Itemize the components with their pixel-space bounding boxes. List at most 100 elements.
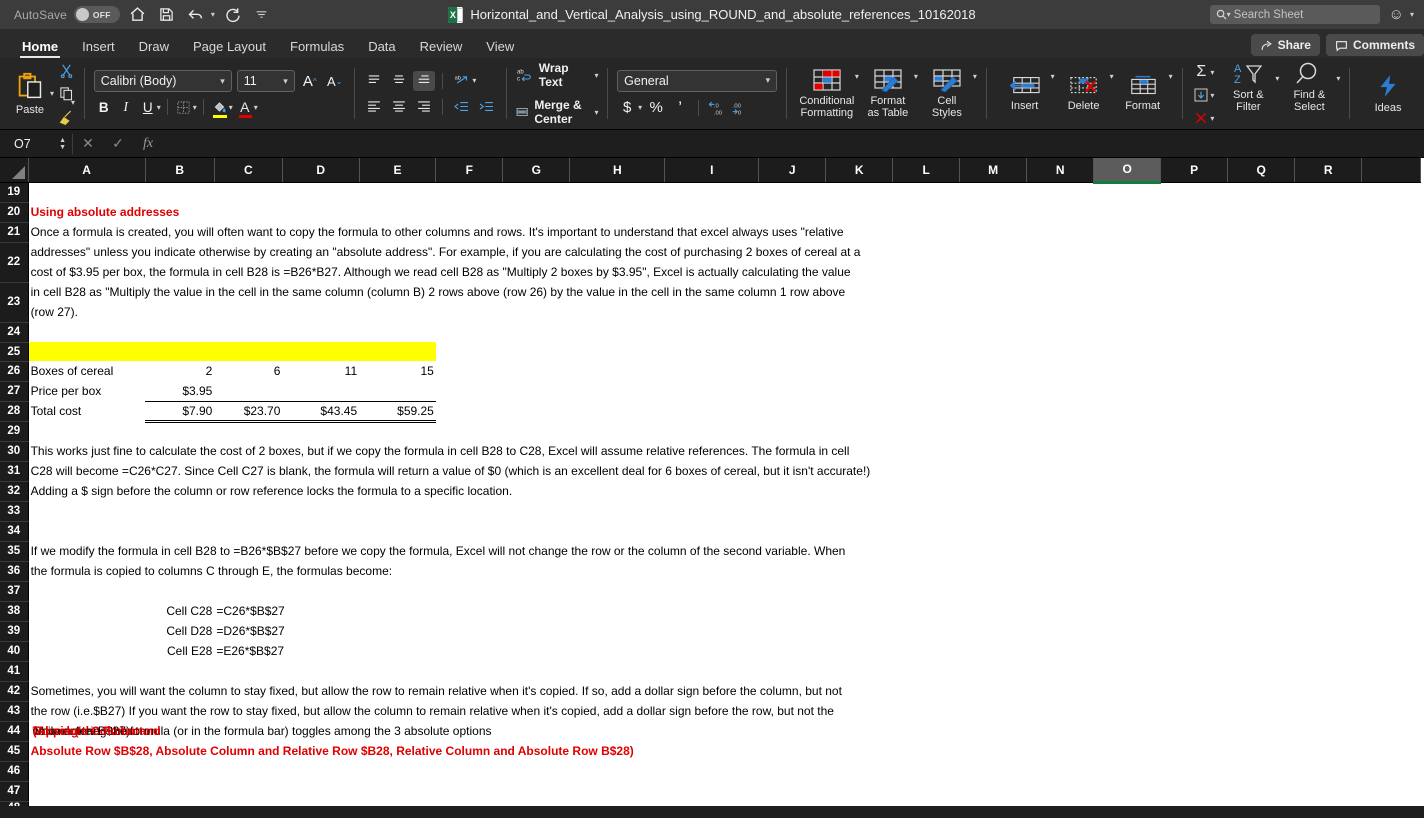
- empty-cell[interactable]: [1227, 381, 1295, 401]
- row-header-25[interactable]: 25: [0, 342, 29, 362]
- empty-cell[interactable]: [1361, 401, 1420, 421]
- name-box-spinner[interactable]: ▲ ▼: [59, 137, 66, 151]
- cell-reference-label[interactable]: Cell C28: [145, 601, 215, 621]
- empty-cell[interactable]: [825, 621, 893, 641]
- copy-dropdown-caret[interactable]: ▾: [71, 98, 75, 107]
- empty-cell[interactable]: [502, 381, 570, 401]
- empty-cell[interactable]: [1294, 361, 1362, 381]
- redo-icon[interactable]: [222, 4, 244, 26]
- tab-review[interactable]: Review: [408, 39, 475, 58]
- empty-cell[interactable]: [1026, 621, 1094, 641]
- tab-page-layout[interactable]: Page Layout: [181, 39, 278, 58]
- undo-icon[interactable]: [185, 4, 207, 26]
- text-cell[interactable]: Sometimes, you will want the column to s…: [28, 681, 1420, 701]
- empty-cell[interactable]: [1093, 401, 1161, 421]
- empty-cell[interactable]: [959, 401, 1027, 421]
- text-cell[interactable]: Adding a $ sign before the column or row…: [28, 481, 1420, 501]
- data-value-cell[interactable]: [359, 381, 436, 401]
- data-label-cell[interactable]: Total cost: [28, 401, 146, 421]
- column-header-B[interactable]: B: [145, 158, 215, 183]
- text-cell[interactable]: If we modify the formula in cell B28 to …: [28, 541, 1420, 561]
- empty-cell[interactable]: [502, 342, 570, 361]
- row-header-27[interactable]: 27: [0, 381, 29, 402]
- empty-cell[interactable]: [435, 361, 503, 381]
- align-bottom-button[interactable]: [413, 70, 436, 91]
- increase-decimal-button[interactable]: .0 .00: [707, 98, 727, 118]
- row-header-37[interactable]: 37: [0, 581, 29, 602]
- empty-cell[interactable]: [569, 401, 665, 421]
- empty-cell[interactable]: [28, 601, 146, 621]
- empty-cell[interactable]: [28, 641, 146, 661]
- empty-cell[interactable]: [892, 381, 960, 401]
- tab-view[interactable]: View: [474, 39, 526, 58]
- data-value-cell[interactable]: [282, 381, 360, 401]
- empty-cell[interactable]: [1361, 641, 1420, 661]
- sort-filter-button[interactable]: A Z Sort & Filter: [1219, 62, 1277, 113]
- empty-cell[interactable]: [1093, 621, 1161, 641]
- empty-cell[interactable]: [1361, 361, 1420, 381]
- formula-cancel-button[interactable]: ✕: [73, 135, 103, 152]
- row-header-24[interactable]: 24: [0, 322, 29, 343]
- accounting-dropdown-caret[interactable]: ▾: [638, 103, 642, 112]
- empty-cell[interactable]: [758, 361, 826, 381]
- find-select-button[interactable]: Find & Select: [1280, 62, 1338, 113]
- empty-cell[interactable]: [892, 342, 960, 361]
- autosave-toggle[interactable]: OFF: [73, 6, 120, 23]
- empty-cell[interactable]: [892, 641, 960, 661]
- empty-cell[interactable]: [502, 401, 570, 421]
- cut-dropdown-caret[interactable]: [71, 83, 75, 92]
- row-header-35[interactable]: 35: [0, 541, 29, 562]
- empty-cell[interactable]: [1227, 401, 1295, 421]
- formula-accept-button[interactable]: ✓: [103, 135, 133, 152]
- empty-cell[interactable]: [1093, 601, 1161, 621]
- empty-cell[interactable]: [1026, 361, 1094, 381]
- text-cell[interactable]: the row (i.e.$B27) If you want the row t…: [28, 701, 1420, 721]
- empty-cell[interactable]: [758, 401, 826, 421]
- empty-cell[interactable]: [1420, 361, 1424, 381]
- row-header-44[interactable]: 44: [0, 721, 29, 742]
- empty-cell[interactable]: [959, 342, 1027, 361]
- align-middle-button[interactable]: [388, 71, 410, 91]
- empty-cell[interactable]: [569, 601, 665, 621]
- decrease-indent-button[interactable]: [450, 97, 472, 117]
- column-header-D[interactable]: D: [282, 158, 360, 183]
- italic-button[interactable]: I: [116, 97, 136, 117]
- align-left-button[interactable]: [363, 97, 385, 117]
- empty-cell[interactable]: [569, 621, 665, 641]
- merge-center-dropdown-caret[interactable]: ▾: [594, 108, 598, 117]
- search-input[interactable]: ▾ Search Sheet: [1209, 5, 1380, 24]
- data-value-cell[interactable]: $59.25: [359, 400, 436, 423]
- empty-cell[interactable]: [892, 361, 960, 381]
- empty-cell[interactable]: [959, 621, 1027, 641]
- data-label-cell[interactable]: Boxes of cereal: [28, 361, 146, 381]
- text-cell[interactable]: [28, 421, 1420, 441]
- data-value-cell[interactable]: 2: [145, 361, 215, 381]
- text-cell[interactable]: Absolute Row $B$28, Absolute Column and …: [28, 741, 1420, 761]
- empty-cell[interactable]: [1294, 381, 1362, 401]
- text-cell[interactable]: [28, 761, 1420, 781]
- empty-cell[interactable]: [892, 621, 960, 641]
- accounting-format-button[interactable]: $: [617, 98, 637, 118]
- align-top-button[interactable]: [363, 71, 385, 91]
- empty-cell[interactable]: [1160, 601, 1228, 621]
- paste-dropdown-caret[interactable]: ▾: [50, 89, 54, 98]
- home-icon[interactable]: [127, 4, 149, 26]
- column-header-R[interactable]: R: [1294, 158, 1363, 183]
- empty-cell[interactable]: [1160, 361, 1228, 381]
- empty-cell[interactable]: [1160, 381, 1228, 401]
- data-label-cell[interactable]: Price per box: [28, 381, 146, 401]
- text-cell[interactable]: C28 will become =C26*C27. Since Cell C27…: [28, 461, 1420, 481]
- empty-cell[interactable]: [959, 381, 1027, 401]
- save-icon[interactable]: [156, 4, 178, 26]
- empty-cell[interactable]: [1227, 361, 1295, 381]
- conditional-formatting-button[interactable]: Conditional Formatting: [796, 68, 858, 119]
- row-header-26[interactable]: 26: [0, 361, 29, 382]
- row-header-23[interactable]: 23: [0, 282, 29, 323]
- percent-format-button[interactable]: %: [646, 98, 666, 118]
- borders-button[interactable]: [174, 97, 194, 117]
- cell-reference-label[interactable]: Cell D28: [145, 621, 215, 641]
- formula-text-cell[interactable]: =E26*$B$27: [214, 641, 436, 661]
- column-header-G[interactable]: G: [502, 158, 571, 183]
- empty-cell[interactable]: [664, 621, 759, 641]
- column-header-M[interactable]: M: [959, 158, 1028, 183]
